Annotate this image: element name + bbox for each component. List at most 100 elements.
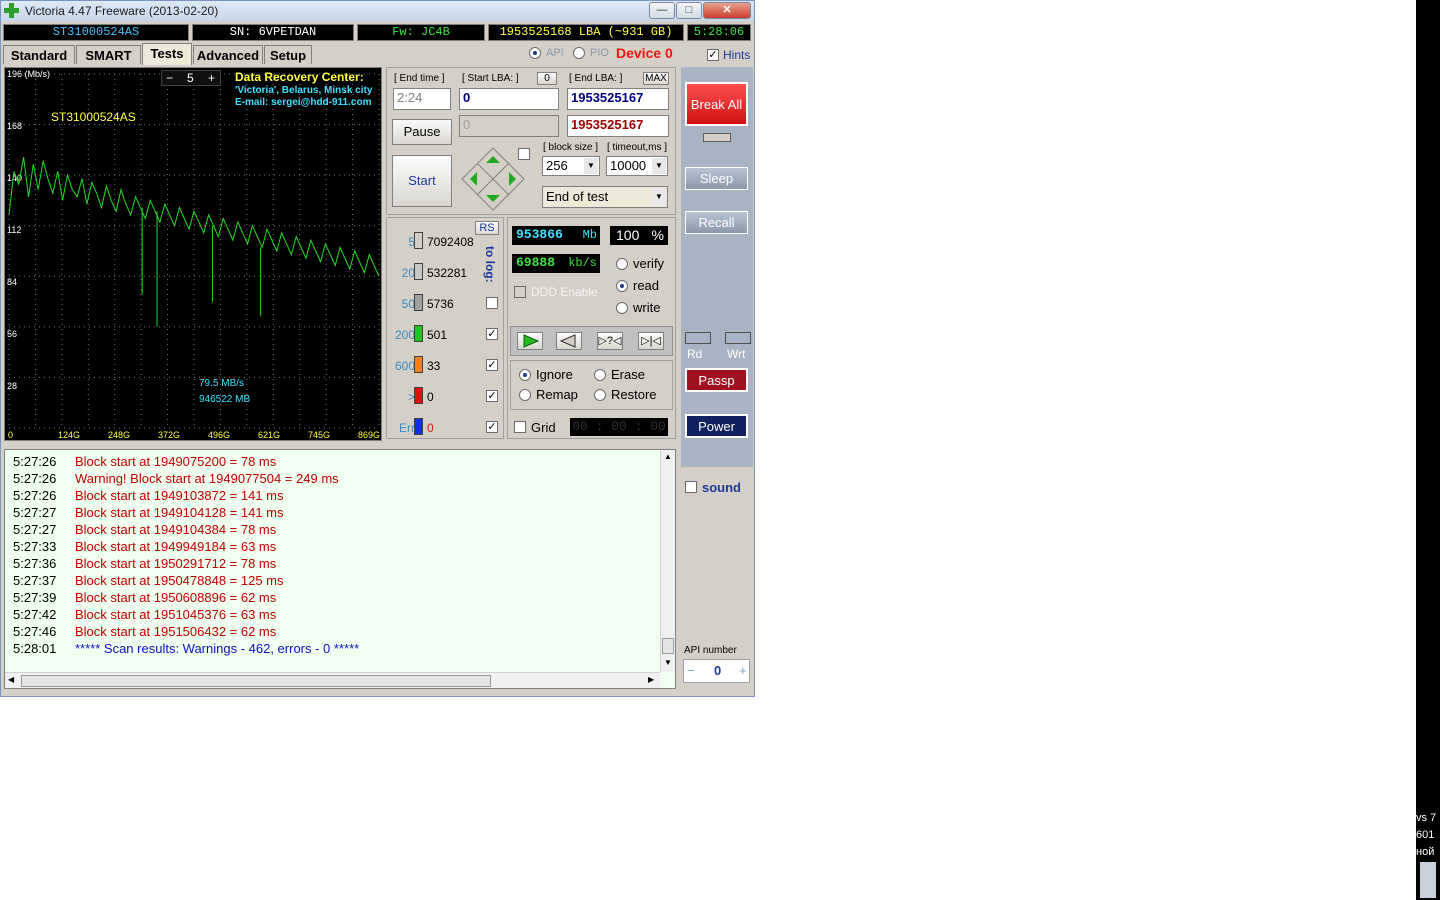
log-message: Block start at 1949949184 = 63 ms	[75, 539, 277, 554]
recall-button[interactable]: Recall	[685, 211, 748, 234]
wrt-label: Wrt	[727, 347, 746, 361]
api-radio[interactable]	[529, 47, 541, 59]
timeout-select[interactable]: 10000 ▼	[606, 156, 668, 176]
random-seek-button[interactable]: ▷?◁	[597, 332, 623, 350]
end-lba-max-button[interactable]: MAX	[643, 72, 669, 85]
log-time: 5:28:01	[13, 641, 57, 656]
direction-pad[interactable]	[460, 146, 526, 212]
lba-panel: [ End time ] 2:24 [ Start LBA: ] 0 [ End…	[386, 67, 676, 215]
log-vertical-scrollbar[interactable]: ▲ ▼	[660, 450, 675, 672]
rs-button[interactable]: RS	[475, 221, 499, 235]
device-label[interactable]: Device 0	[616, 45, 673, 61]
desktop-scrollbar[interactable]	[1420, 862, 1436, 898]
start-lba-zero-button[interactable]: 0	[537, 72, 557, 85]
graph-position-label: 946522 MB	[199, 394, 251, 405]
zoom-minus-button[interactable]: −	[166, 71, 173, 85]
restore-label: Restore	[611, 387, 657, 402]
graph-speed-label: 79.5 MB/s	[199, 378, 245, 389]
to-log-checkbox[interactable]	[486, 297, 498, 309]
log-message: Block start at 1949104128 = 141 ms	[75, 505, 284, 520]
tab-smart[interactable]: SMART	[76, 45, 141, 64]
counter-value: 7092408	[427, 235, 474, 249]
counter-value: 532281	[427, 266, 468, 280]
log-time: 5:27:42	[13, 607, 57, 622]
remap-radio[interactable]	[519, 389, 531, 401]
speed-unit: kb/s	[568, 256, 597, 270]
write-radio[interactable]	[616, 302, 628, 314]
zoom-plus-button[interactable]: +	[208, 71, 215, 85]
tab-standard[interactable]: Standard	[3, 45, 75, 64]
end-action-value: End of test	[546, 189, 609, 204]
sound-checkbox[interactable]	[685, 481, 697, 493]
window-title: Victoria 4.47 Freeware (2013-02-20)	[25, 4, 219, 18]
butterfly-button[interactable]: ▷|◁	[638, 332, 664, 350]
end-lba-input[interactable]: 1953525167	[567, 88, 669, 110]
hints-checkbox[interactable]: ✓	[707, 49, 719, 61]
pio-radio[interactable]	[573, 47, 585, 59]
read-radio[interactable]	[616, 280, 628, 292]
restore-radio[interactable]	[594, 389, 606, 401]
scroll-left-icon[interactable]: ◀	[8, 675, 14, 684]
verify-radio[interactable]	[616, 258, 628, 270]
counter-value: 0	[427, 421, 434, 435]
x-tick-label: 496G	[208, 430, 230, 440]
log-message: Block start at 1949103872 = 141 ms	[75, 488, 284, 503]
play-button[interactable]	[517, 332, 543, 350]
block-size-label: [ block size ]	[543, 142, 599, 153]
sleep-button[interactable]: Sleep	[685, 167, 748, 190]
block-size-select[interactable]: 256 ▼	[542, 156, 600, 176]
api-number-spinner[interactable]: − 0 +	[683, 659, 750, 683]
scroll-thumb-horizontal[interactable]	[21, 675, 491, 687]
to-log-checkbox[interactable]: ✓	[486, 359, 498, 371]
close-button[interactable]: ✕	[703, 2, 751, 19]
api-plus-button[interactable]: +	[739, 663, 747, 678]
right-lower-column: sound API number − 0 +	[681, 471, 753, 691]
drc-title: Data Recovery Center:	[235, 70, 364, 84]
api-number-label: API number	[684, 645, 737, 656]
zoom-control[interactable]: − 5 +	[161, 70, 221, 86]
end-action-select[interactable]: End of test ▼	[542, 186, 668, 208]
start-lba-input[interactable]: 0	[459, 88, 559, 110]
current-lba-display: 0	[459, 115, 559, 137]
y-tick-label: 28	[7, 381, 17, 391]
y-tick-label: 84	[7, 277, 17, 287]
to-log-checkbox[interactable]: ✓	[486, 421, 498, 433]
passp-button[interactable]: Passp	[685, 368, 748, 392]
ddd-checkbox[interactable]	[514, 286, 526, 298]
counter-color-swatch	[414, 325, 423, 342]
tab-advanced[interactable]: Advanced	[193, 45, 263, 64]
scroll-right-icon[interactable]: ▶	[648, 675, 654, 684]
break-all-button[interactable]: Break All	[685, 82, 748, 126]
pause-button[interactable]: Pause	[392, 119, 452, 145]
tab-tests[interactable]: Tests	[142, 43, 192, 65]
scroll-down-icon[interactable]: ▼	[664, 658, 672, 667]
verify-label: verify	[633, 256, 665, 271]
tab-setup[interactable]: Setup	[264, 45, 312, 64]
to-log-checkbox[interactable]: ✓	[486, 328, 498, 340]
api-label: API	[546, 47, 564, 59]
mb-display: 953866 Mb	[512, 226, 600, 245]
scroll-up-icon[interactable]: ▲	[664, 452, 672, 461]
log-message: Block start at 1951506432 = 62 ms	[75, 624, 277, 639]
direction-checkbox[interactable]	[518, 148, 530, 160]
log-horizontal-scrollbar[interactable]: ◀ ▶	[5, 672, 660, 688]
end-time-input[interactable]: 2:24	[393, 88, 451, 110]
start-button[interactable]: Start	[392, 155, 452, 207]
power-button[interactable]: Power	[685, 414, 748, 438]
minimize-button[interactable]: —	[649, 2, 675, 19]
to-log-checkbox[interactable]: ✓	[486, 390, 498, 402]
end-lba-label: [ End LBA: ]	[569, 73, 623, 84]
timeout-label: [ timeout,ms ]	[607, 142, 668, 153]
ignore-radio[interactable]	[519, 369, 531, 381]
maximize-button[interactable]: □	[676, 2, 702, 19]
x-tick-label: 869G	[358, 430, 380, 440]
rewind-button[interactable]	[556, 332, 582, 350]
remap-label: Remap	[536, 387, 578, 402]
api-minus-button[interactable]: −	[687, 663, 695, 678]
scroll-thumb-vertical[interactable]	[662, 638, 674, 654]
desktop-edge-text2: 601	[1416, 829, 1435, 841]
log-message: Block start at 1949104384 = 78 ms	[75, 522, 277, 537]
erase-radio[interactable]	[594, 369, 606, 381]
grid-checkbox[interactable]	[514, 421, 526, 433]
repair-mode-box: Ignore Erase Remap Restore	[510, 360, 673, 410]
